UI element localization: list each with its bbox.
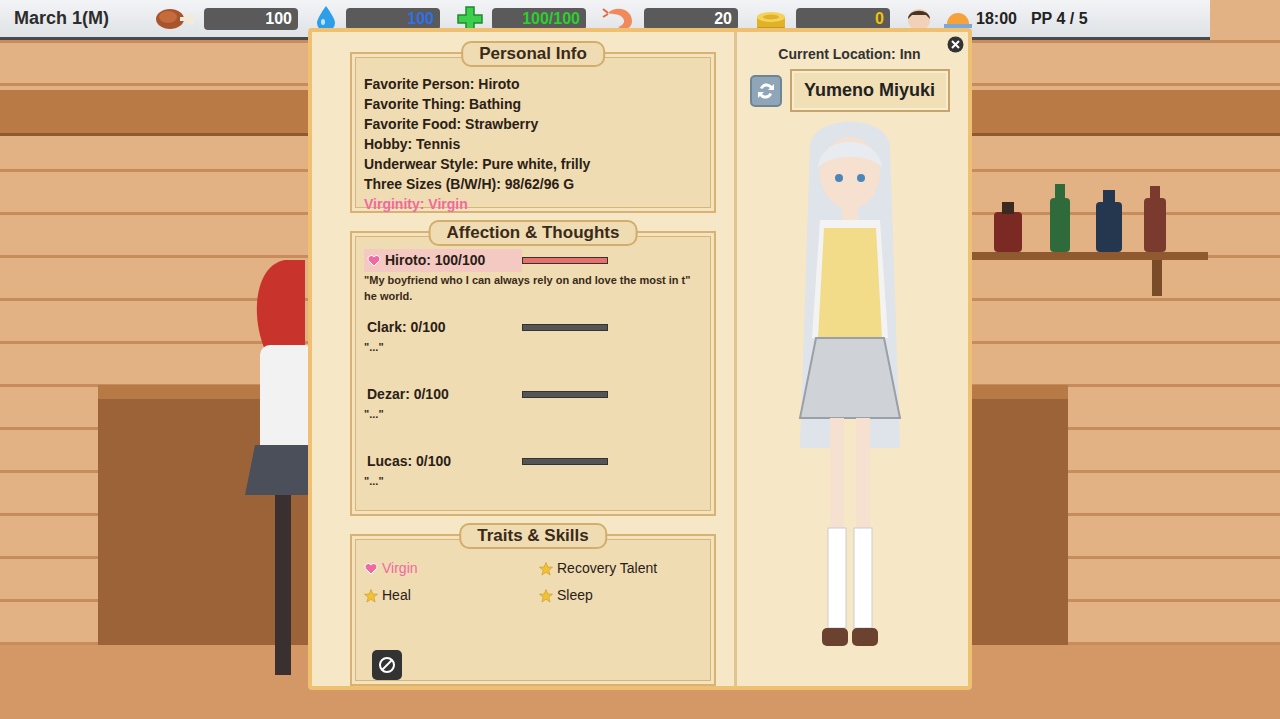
affection-row: Lucas: 0/100 [364, 450, 702, 473]
block-icon[interactable] [372, 650, 402, 680]
section-title: Personal Info [461, 41, 605, 67]
date-label: March 1(M) [14, 5, 154, 32]
affection-label: Hiroto: 100/100 [385, 250, 485, 271]
affection-bar [522, 391, 608, 398]
section-title: Traits & Skills [459, 523, 607, 549]
affection-label: Dezar: 0/100 [367, 384, 449, 405]
stat-value: 100/100 [492, 8, 586, 30]
affection-bar [522, 324, 608, 331]
affection-name: Hiroto: 100/100 [364, 249, 522, 272]
trait-item: Sleep [539, 585, 714, 606]
affection-comment: he world. [364, 288, 702, 304]
stat-group: 100 [154, 5, 298, 33]
affection-name: Clark: 0/100 [364, 316, 522, 339]
affection-row: Dezar: 0/100 [364, 383, 702, 406]
trait-item: Heal [364, 585, 539, 606]
heart-icon [367, 254, 381, 268]
traits-grid: Virgin Recovery Talent Heal Sleep [364, 558, 702, 606]
affection-row: Clark: 0/100 [364, 316, 702, 339]
star-icon [539, 562, 553, 576]
affection-name: Lucas: 0/100 [364, 450, 522, 473]
affection-entry: Clark: 0/100"..." [364, 316, 702, 383]
affection-comment: "..." [364, 473, 702, 489]
character-name: Yumeno Miyuki [790, 69, 950, 112]
stat-value: 100 [204, 8, 298, 30]
affection-bar [522, 458, 608, 465]
affection-name: Dezar: 0/100 [364, 383, 522, 406]
character-info-panel: Personal InfoFavorite Person: HirotoFavo… [308, 28, 972, 690]
trait-label: Virgin [382, 558, 418, 579]
star-icon [364, 589, 378, 603]
section-title: Affection & Thoughts [429, 220, 638, 246]
traits-section: Traits & SkillsVirginRecovery TalentHeal… [350, 534, 716, 686]
info-line: Favorite Thing: Bathing [364, 94, 702, 114]
close-icon[interactable] [947, 36, 964, 53]
name-row: Yumeno Miyuki [750, 69, 950, 112]
trait-item: Virgin [364, 558, 539, 579]
stat-value: 20 [644, 8, 738, 30]
trait-item: Recovery Talent [539, 558, 714, 579]
affection-fill [523, 258, 607, 263]
sunset-icon [944, 8, 972, 30]
location-label: Current Location: Inn [778, 44, 920, 65]
trait-label: Recovery Talent [557, 558, 657, 579]
swap-icon [755, 80, 777, 102]
affection-label: Clark: 0/100 [367, 317, 446, 338]
affection-row: Hiroto: 100/100 [364, 249, 702, 272]
meat-icon [154, 5, 196, 33]
info-line: Favorite Food: Strawberry [364, 114, 702, 134]
character-portrait-icon [750, 118, 950, 663]
affection-label: Lucas: 0/100 [367, 451, 451, 472]
star-icon [539, 589, 553, 603]
trait-label: Heal [382, 585, 411, 606]
trait-label: Sleep [557, 585, 593, 606]
affection-entry: Lucas: 0/100"..." [364, 450, 702, 517]
affection-section: Affection & ThoughtsHiroto: 100/100"My b… [350, 231, 716, 516]
heart-icon [364, 562, 378, 576]
info-line: Favorite Person: Hiroto [364, 74, 702, 94]
stat-value: 0 [796, 8, 890, 30]
swap-button[interactable] [750, 75, 782, 107]
info-line: Virginity: Virgin [364, 194, 702, 214]
info-line: Underwear Style: Pure white, frilly [364, 154, 702, 174]
game-scene: March 1(M)100100100/10020018:00PP 4 / 5 … [0, 0, 1280, 719]
info-line: Hobby: Tennis [364, 134, 702, 154]
pp-label: PP 4 / 5 [1031, 7, 1088, 31]
time-label: 18:00 [976, 7, 1017, 31]
affection-entry: Dezar: 0/100"..." [364, 383, 702, 450]
affection-entry: Hiroto: 100/100"My boyfriend who I can a… [364, 249, 702, 316]
personal-info-section: Personal InfoFavorite Person: HirotoFavo… [350, 52, 716, 213]
affection-comment: "My boyfriend who I can always rely on a… [364, 272, 702, 288]
npc-figure-icon [245, 255, 315, 685]
info-line: Three Sizes (B/W/H): 98/62/96 G [364, 174, 702, 194]
affection-comment: "..." [364, 406, 702, 422]
affection-comment: "..." [364, 339, 702, 355]
bar-counter [968, 385, 1068, 645]
bottle-shelf-icon [972, 180, 1212, 300]
stat-value: 100 [346, 8, 440, 30]
affection-bar [522, 257, 608, 264]
